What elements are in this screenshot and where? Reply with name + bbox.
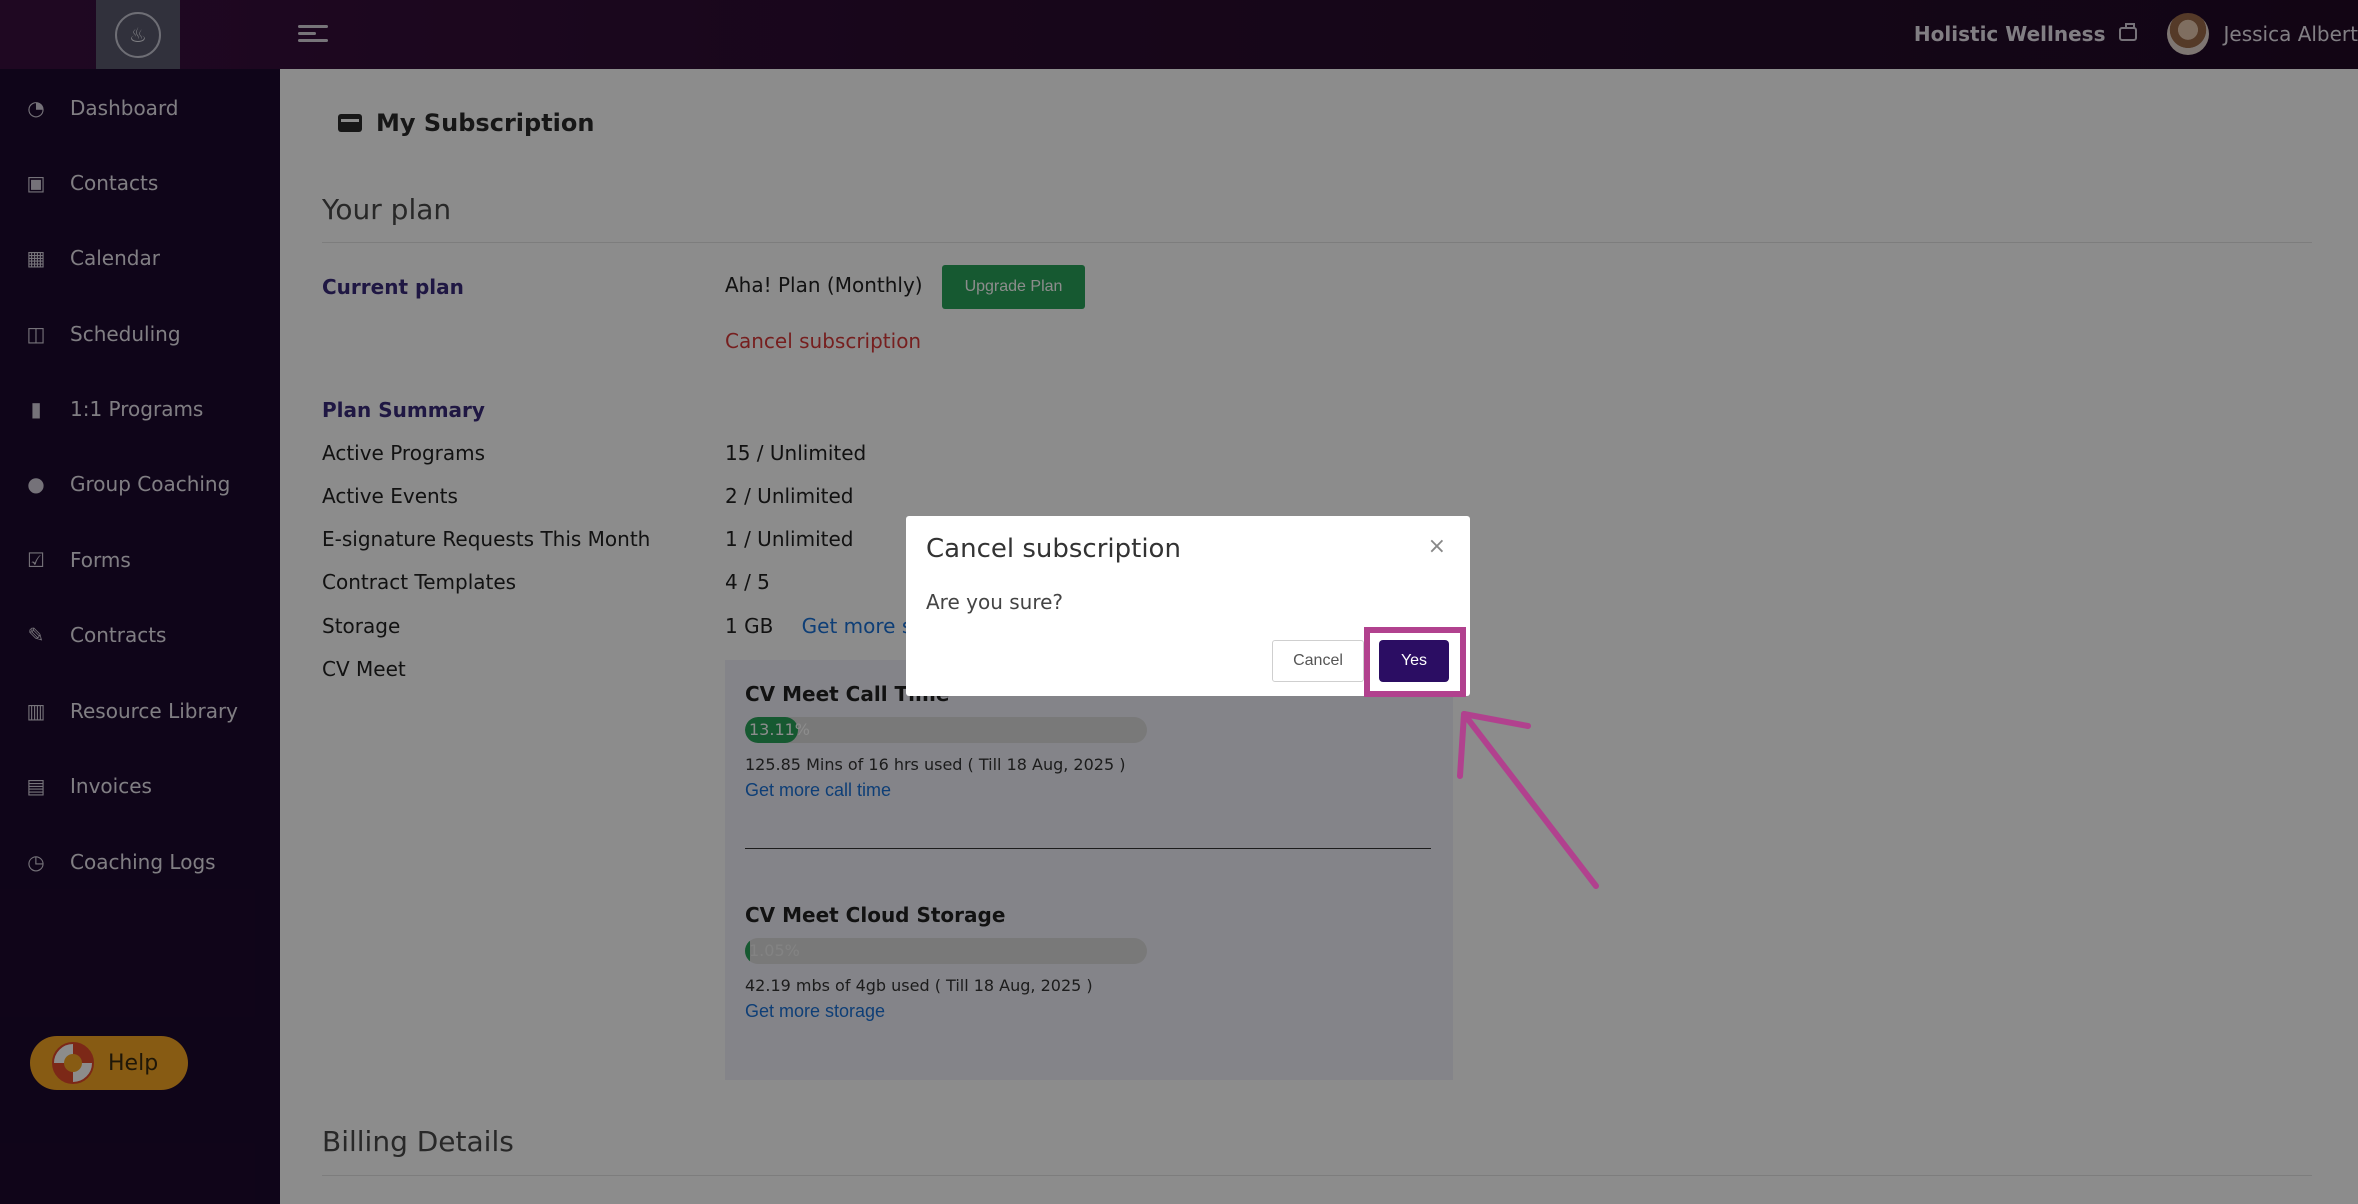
modal-title: Cancel subscription — [926, 534, 1181, 564]
close-icon[interactable]: × — [1428, 534, 1446, 559]
cancel-button[interactable]: Cancel — [1272, 640, 1364, 682]
highlight-box — [1364, 627, 1466, 697]
pointer-arrow-icon — [1457, 711, 1599, 889]
modal-body: Are you sure? — [926, 590, 1064, 614]
